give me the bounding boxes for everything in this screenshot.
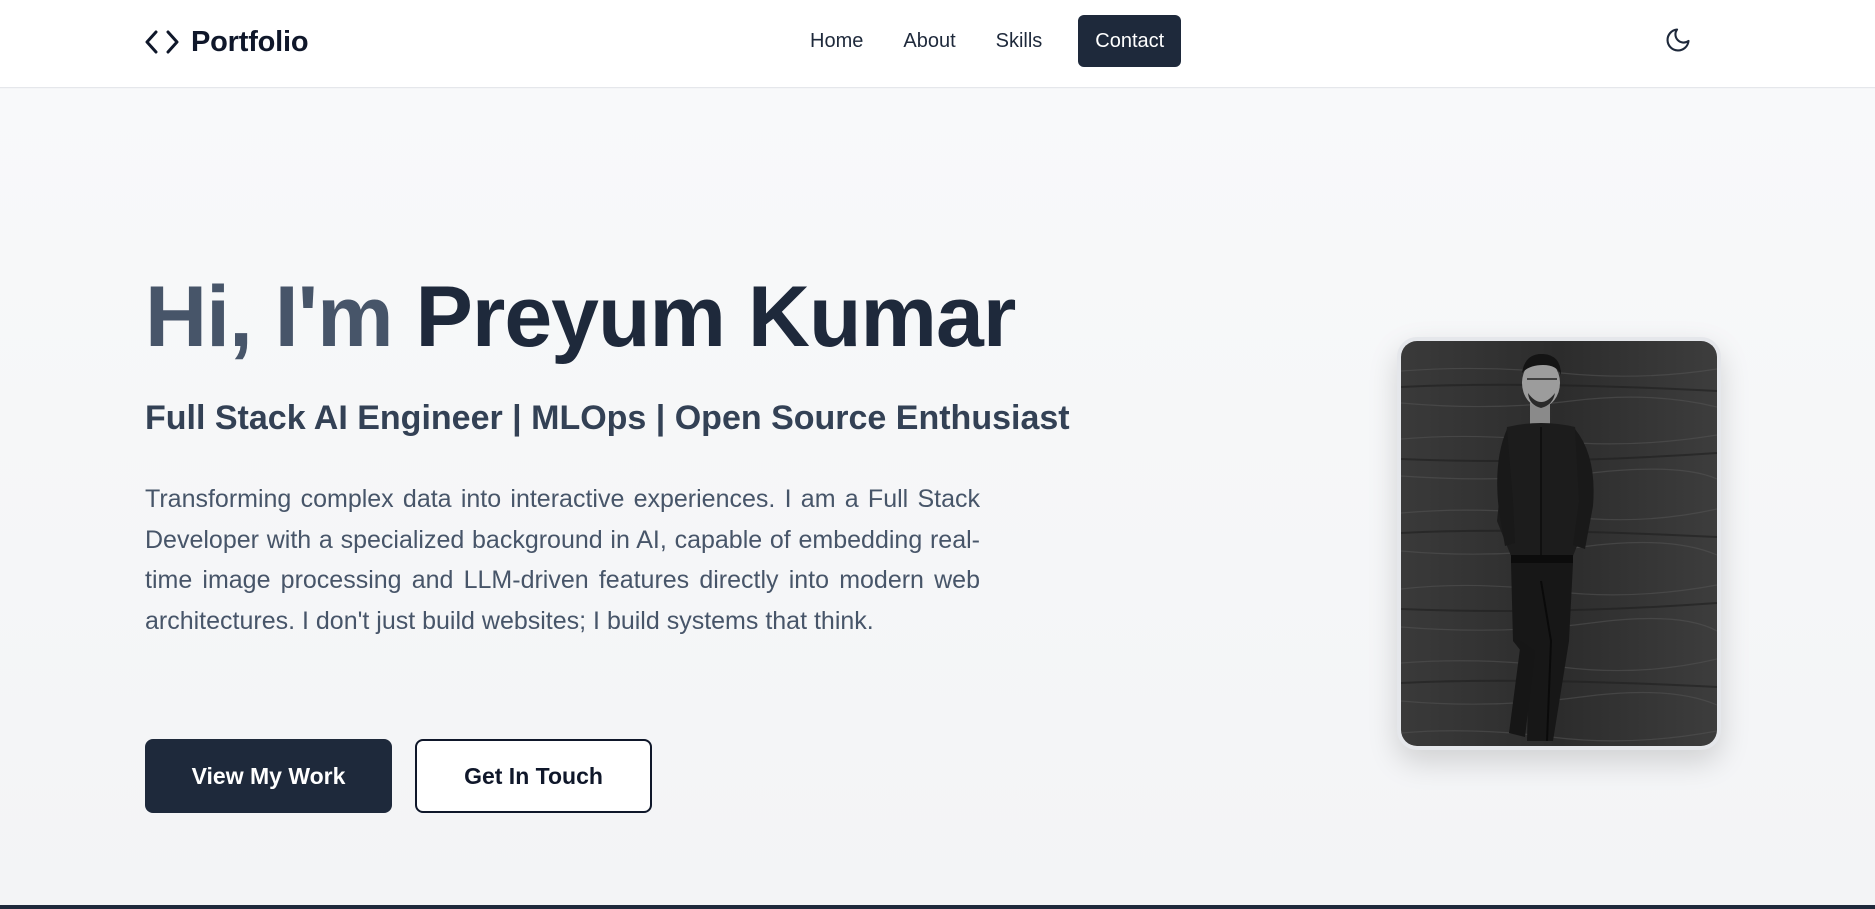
get-in-touch-button[interactable]: Get In Touch (415, 739, 652, 813)
brand[interactable]: Portfolio (145, 22, 309, 62)
nav-link-contact[interactable]: Contact (1078, 15, 1182, 67)
hero-section: Hi, I'm Preyum Kumar Full Stack AI Engin… (0, 89, 1875, 905)
nav-links: Home About Skills Contact (790, 15, 1182, 67)
theme-toggle-button[interactable] (1662, 26, 1694, 58)
section-divider (0, 905, 1875, 909)
nav-link-skills[interactable]: Skills (976, 15, 1063, 67)
moon-icon (1664, 26, 1692, 59)
hero-description: Transforming complex data into interacti… (145, 485, 980, 635)
hero-name: Preyum Kumar (415, 269, 1017, 365)
hero-title: Hi, I'm Preyum Kumar (145, 274, 1016, 360)
view-my-work-button[interactable]: View My Work (145, 739, 392, 813)
brand-name: Portfolio (191, 25, 309, 58)
code-brackets-icon (145, 29, 179, 55)
profile-photo (1397, 337, 1721, 750)
navbar: Portfolio Home About Skills Contact (0, 0, 1875, 88)
nav-link-about[interactable]: About (883, 15, 975, 67)
hero-greeting: Hi, I'm (145, 269, 394, 365)
nav-link-home[interactable]: Home (790, 15, 883, 67)
hero-subtitle: Full Stack AI Engineer | MLOps | Open So… (145, 399, 1070, 437)
